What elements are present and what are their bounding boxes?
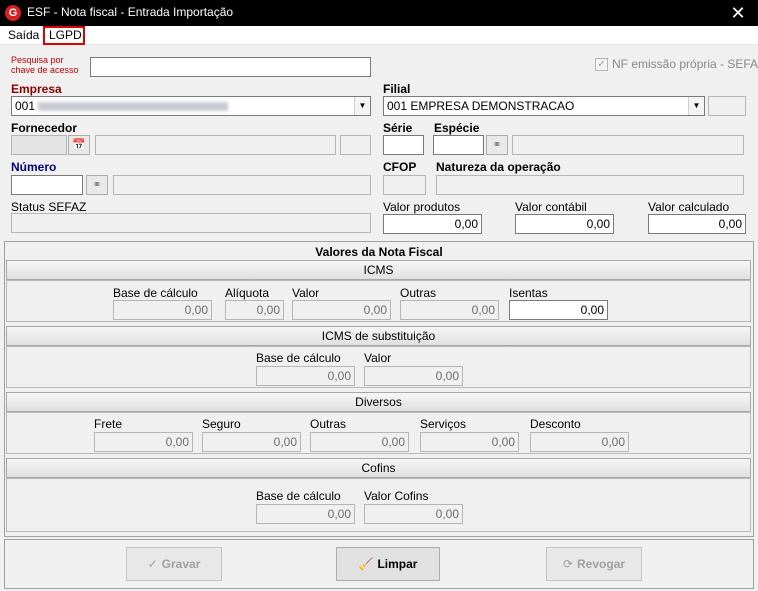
numero-input[interactable] — [11, 175, 83, 195]
window-title: ESF - Nota fiscal - Entrada Importação — [27, 5, 234, 19]
nf-propria-label: NF emissão própria - SEFAZ — [612, 57, 758, 71]
servicos-label: Serviços — [420, 417, 467, 431]
search-key-input[interactable] — [90, 57, 371, 77]
valor-calculado-label: Valor calculado — [648, 200, 730, 214]
revogar-button[interactable]: ⟳ Revogar — [546, 547, 642, 581]
nf-propria-checkbox[interactable]: ✓ — [595, 58, 608, 71]
chevron-down-icon[interactable]: ▼ — [688, 97, 704, 115]
filial-select[interactable]: 001 EMPRESA DEMONSTRACAO ▼ — [383, 96, 705, 116]
fornecedor-name-field — [95, 135, 336, 155]
fornecedor-extra-field — [340, 135, 371, 155]
servicos-field: 0,00 — [420, 432, 519, 452]
redacted-company-name — [38, 102, 229, 112]
diversos-header: Diversos — [6, 392, 751, 412]
valor-produtos-label: Valor produtos — [383, 200, 461, 214]
close-icon[interactable]: ✕ — [718, 0, 758, 26]
serie-label: Série — [383, 121, 413, 135]
icms-isentas-label: Isentas — [509, 286, 548, 300]
search-key-label: Pesquisa por chave de acesso — [11, 55, 79, 75]
menu-lgpd[interactable]: LGPD — [43, 26, 85, 45]
numero-extra-field — [113, 175, 371, 195]
diversos-outras-label: Outras — [310, 417, 347, 431]
cofins-header: Cofins — [6, 458, 751, 478]
valor-produtos-input[interactable]: 0,00 — [383, 214, 482, 234]
menu-saida[interactable]: Saída — [4, 26, 43, 45]
cfop-label: CFOP — [383, 160, 417, 174]
fornecedor-code-input[interactable] — [11, 135, 67, 155]
empresa-select[interactable]: 001 ▼ — [11, 96, 371, 116]
cofins-valor-label: Valor Cofins — [364, 489, 429, 503]
icms-header: ICMS — [6, 260, 751, 280]
binoculars-icon[interactable]: ⚭ — [86, 175, 108, 195]
icms-aliquota-field: 0,00 — [225, 300, 284, 320]
filial-label: Filial — [383, 82, 411, 96]
broom-icon: 🧹 — [358, 557, 374, 571]
status-sefaz-field — [11, 213, 371, 233]
icms-st-base-field: 0,00 — [256, 366, 355, 386]
desconto-label: Desconto — [530, 417, 581, 431]
refresh-icon: ⟳ — [562, 557, 574, 571]
especie-label: Espécie — [434, 121, 480, 135]
seguro-label: Seguro — [202, 417, 241, 431]
diversos-outras-field: 0,00 — [310, 432, 409, 452]
numero-label: Número — [11, 160, 57, 174]
fornecedor-label: Fornecedor — [11, 121, 78, 135]
empresa-label: Empresa — [11, 82, 62, 96]
gravar-label: Gravar — [161, 557, 201, 571]
limpar-label: Limpar — [377, 557, 418, 571]
gravar-button[interactable]: ✓ Gravar — [126, 547, 222, 581]
especie-description-field — [512, 135, 744, 155]
cofins-base-label: Base de cálculo — [256, 489, 341, 503]
cofins-valor-field: 0,00 — [364, 504, 463, 524]
checkmark-icon: ✓ — [147, 557, 158, 571]
empresa-value: 001 — [15, 99, 36, 113]
especie-input[interactable] — [433, 135, 484, 155]
filial-value: 001 EMPRESA DEMONSTRACAO — [387, 99, 575, 113]
binoculars-icon[interactable]: ⚭ — [486, 135, 508, 155]
filial-extra-field — [708, 96, 746, 116]
menu-bar: Saída LGPD — [0, 26, 758, 45]
icms-st-valor-label: Valor — [364, 351, 392, 365]
icms-base-label: Base de cálculo — [113, 286, 198, 300]
esf-logo-icon: G — [5, 5, 21, 21]
icms-valor-label: Valor — [292, 286, 320, 300]
calendar-search-icon[interactable]: 📅 — [68, 135, 90, 155]
revogar-label: Revogar — [577, 557, 626, 571]
icms-st-base-label: Base de cálculo — [256, 351, 341, 365]
seguro-field: 0,00 — [202, 432, 301, 452]
limpar-button[interactable]: 🧹 Limpar — [336, 547, 440, 581]
natureza-field — [436, 175, 744, 195]
valor-contabil-label: Valor contábil — [515, 200, 587, 214]
icms-isentas-input[interactable]: 0,00 — [509, 300, 608, 320]
frete-field: 0,00 — [94, 432, 193, 452]
desconto-field: 0,00 — [530, 432, 629, 452]
icms-outras-label: Outras — [400, 286, 437, 300]
cfop-field — [383, 175, 426, 195]
status-sefaz-label: Status SEFAZ — [11, 200, 87, 214]
natureza-label: Natureza da operação — [436, 160, 561, 174]
icms-outras-field: 0,00 — [400, 300, 499, 320]
title-bar: G ESF - Nota fiscal - Entrada Importação… — [0, 0, 758, 26]
icms-st-valor-field: 0,00 — [364, 366, 463, 386]
frete-label: Frete — [94, 417, 123, 431]
chevron-down-icon[interactable]: ▼ — [354, 97, 370, 115]
valor-calculado-input[interactable]: 0,00 — [648, 214, 746, 234]
icms-st-header: ICMS de substituição — [6, 326, 751, 346]
valores-title: Valores da Nota Fiscal — [315, 245, 443, 259]
icms-aliquota-label: Alíquota — [225, 286, 270, 300]
serie-input[interactable] — [383, 135, 424, 155]
cofins-base-field: 0,00 — [256, 504, 355, 524]
valor-contabil-input[interactable]: 0,00 — [515, 214, 614, 234]
icms-valor-field: 0,00 — [292, 300, 391, 320]
icms-base-field: 0,00 — [113, 300, 212, 320]
